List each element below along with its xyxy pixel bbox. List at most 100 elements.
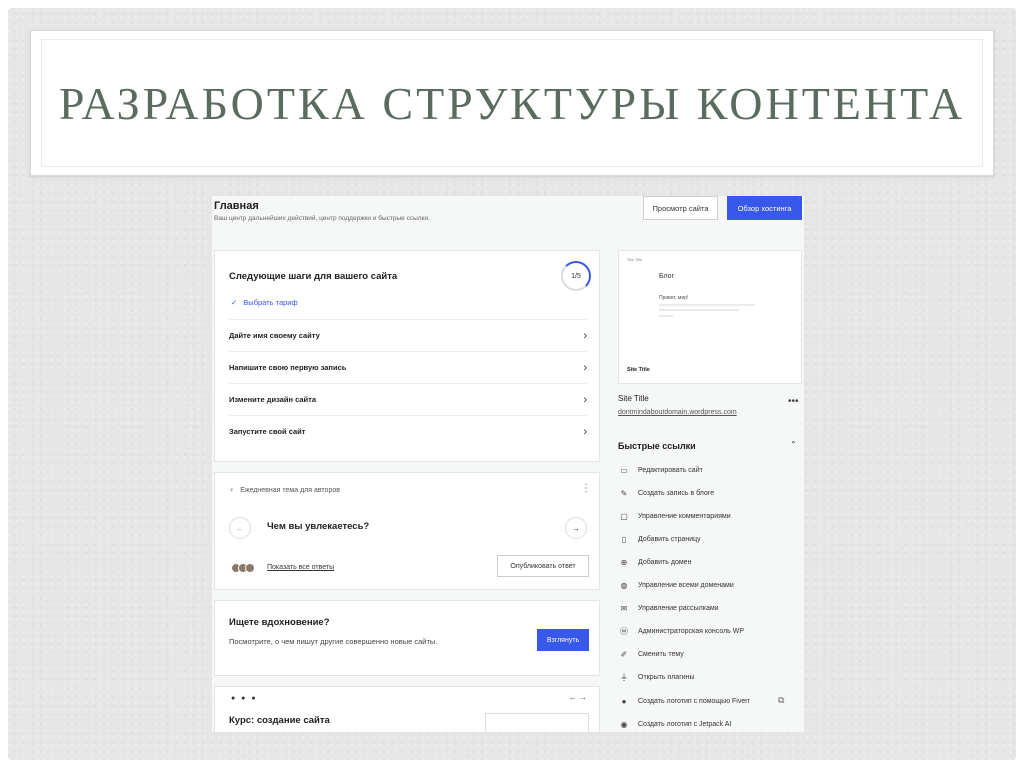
quick-link-item[interactable]: ⓦ Администраторская консоль WP: [618, 624, 744, 638]
inspiration-text: Посмотрите, о чем пишут другие совершенн…: [229, 637, 438, 646]
preview-blog-heading: Блог: [659, 273, 675, 280]
preview-text-line: [659, 304, 755, 306]
quick-link-item[interactable]: ▯ Добавить страницу: [618, 532, 701, 546]
prompt-question: Чем вы увлекаетесь?: [267, 521, 370, 532]
step-label: Напишите свою первую запись: [229, 363, 347, 372]
preview-text-line: [659, 309, 739, 311]
step-done-label: Выбрать тариф: [243, 298, 298, 307]
progress-text: 1/5: [571, 272, 581, 280]
prompt-heading-label: Ежедневная тема для авторов: [240, 487, 340, 494]
plug-icon: ⏚: [620, 672, 628, 682]
step-label: Дайте имя своему сайту: [229, 331, 320, 340]
chevron-right-icon: ›: [583, 393, 587, 406]
quick-link-label: Управление всеми доменами: [638, 581, 734, 589]
globe-icon: ◍: [620, 580, 628, 590]
checkmark-icon: ✓: [231, 298, 238, 307]
avatar: [245, 563, 255, 573]
preview-post-title: Привет, мир!: [659, 295, 689, 301]
inspiration-title: Ищете вдохновение?: [229, 617, 330, 628]
lightbulb-icon: ♀: [229, 487, 235, 494]
course-thumbnail: [485, 713, 589, 732]
quick-link-item[interactable]: ✐ Сменить тему: [618, 647, 684, 661]
page-icon: ▯: [621, 534, 627, 544]
quick-link-item[interactable]: ✎ Создать запись в блоге: [618, 486, 715, 500]
page-subtitle: Ваш центр дальнейших действий, центр под…: [214, 215, 430, 222]
arrow-right-icon[interactable]: →: [579, 693, 587, 702]
chevron-up-icon[interactable]: ⌃: [790, 440, 797, 449]
preview-footer-title: Site Title: [627, 367, 650, 373]
quick-link-label: Добавить страницу: [638, 535, 701, 543]
look-button[interactable]: Взглянуть: [537, 629, 589, 651]
step-row[interactable]: Измените дизайн сайта ›: [229, 383, 587, 415]
quick-link-item[interactable]: ⏚ Открыть плагины: [618, 670, 695, 684]
preview-text-line: [659, 315, 673, 317]
step-label: Запустите свой сайт: [229, 427, 306, 436]
pencil-icon: ✎: [620, 488, 628, 498]
next-steps-title: Следующие шаги для вашего сайта: [229, 271, 398, 282]
hosting-overview-button[interactable]: Обзор хостинга: [727, 196, 802, 220]
next-prompt-button[interactable]: →: [565, 517, 587, 539]
quick-link-label: Сменить тему: [638, 650, 684, 658]
external-link-icon[interactable]: ⧉: [778, 695, 784, 706]
quick-link-item[interactable]: ▢ Управление комментариями: [618, 509, 731, 523]
quick-link-item[interactable]: ◍ Управление всеми доменами: [618, 578, 734, 592]
chevron-right-icon: ›: [583, 329, 587, 342]
inspiration-card: Ищете вдохновение? Посмотрите, о чем пиш…: [214, 600, 600, 676]
laptop-icon: ▭: [620, 465, 628, 475]
page-title: Главная: [214, 200, 259, 212]
arrow-left-icon: ←: [236, 523, 244, 533]
step-row[interactable]: Напишите свою первую запись ›: [229, 351, 587, 383]
step-row[interactable]: Дайте имя своему сайту ›: [229, 319, 587, 351]
progress-ring: 1/5: [561, 261, 591, 291]
avatar-group: [231, 563, 255, 573]
title-box: РАЗРАБОТКА СТРУКТУРЫ КОНТЕНТА: [30, 30, 994, 176]
quick-links-title: Быстрые ссылки: [618, 441, 696, 451]
site-url-link[interactable]: dontmindaboutdomain.wordpress.com: [618, 409, 737, 416]
course-title: Курс: создание сайта: [229, 715, 330, 726]
quick-link-label: Управление рассылками: [638, 604, 719, 612]
dashboard-screenshot: Главная Ваш центр дальнейших действий, ц…: [212, 196, 804, 732]
quick-link-label: Администраторская консоль WP: [638, 627, 745, 635]
arrow-right-icon: →: [572, 523, 580, 533]
comment-icon: ▢: [620, 511, 628, 521]
quick-link-label: Создать запись в блоге: [638, 489, 715, 497]
quick-link-label: Открыть плагины: [638, 673, 695, 681]
quick-link-label: Редактировать сайт: [638, 466, 703, 474]
show-answers-link[interactable]: Показать все ответы: [267, 564, 334, 571]
quick-link-label: Добавить домен: [638, 558, 692, 566]
quick-link-item[interactable]: ✉ Управление рассылками: [618, 601, 719, 615]
jetpack-icon: ◉: [620, 719, 628, 729]
writing-prompt-card: ♀ Ежедневная тема для авторов ⋮ ← Чем вы…: [214, 472, 600, 590]
quick-link-item[interactable]: ▭ Редактировать сайт: [618, 463, 703, 477]
title-frame: РАЗРАБОТКА СТРУКТУРЫ КОНТЕНТА: [41, 39, 983, 167]
more-vertical-icon[interactable]: ⋮: [581, 483, 591, 494]
step-done-item[interactable]: ✓ Выбрать тариф: [231, 298, 298, 307]
more-horizontal-icon[interactable]: •••: [788, 396, 799, 407]
pager-arrows[interactable]: ← →: [569, 693, 587, 702]
publish-answer-button[interactable]: Опубликовать ответ: [497, 555, 589, 577]
quick-link-label: Создать логотип с помощью Fiverr: [638, 697, 750, 705]
brush-icon: ✐: [620, 649, 628, 659]
site-title: Site Title: [618, 394, 649, 403]
course-card: ● ● ● ← → Курс: создание сайта: [214, 686, 600, 732]
site-preview[interactable]: Site Title Блог Привет, мир! Site Title: [618, 250, 802, 384]
quick-link-label: Создать логотип с Jetpack AI: [638, 720, 732, 728]
view-site-button[interactable]: Просмотр сайта: [643, 196, 718, 220]
arrow-left-icon[interactable]: ←: [569, 693, 577, 702]
wordpress-icon: ⓦ: [620, 626, 628, 636]
chevron-right-icon: ›: [583, 425, 587, 438]
slide-title: РАЗРАБОТКА СТРУКТУРЫ КОНТЕНТА: [58, 77, 966, 129]
pager-dots[interactable]: ● ● ●: [231, 695, 258, 702]
step-label: Измените дизайн сайта: [229, 395, 317, 404]
prompt-heading: ♀ Ежедневная тема для авторов: [229, 487, 340, 494]
quick-link-item[interactable]: ● Создать логотип с помощью Fiverr: [618, 694, 750, 708]
step-row[interactable]: Запустите свой сайт ›: [229, 415, 587, 447]
quick-link-label: Управление комментариями: [638, 512, 731, 520]
prev-prompt-button[interactable]: ←: [229, 517, 251, 539]
fiverr-icon: ●: [621, 696, 627, 706]
mail-icon: ✉: [620, 603, 628, 613]
quick-link-item[interactable]: ⊕ Добавить домен: [618, 555, 692, 569]
preview-site-label: Site Title: [627, 257, 643, 262]
next-steps-card: Следующие шаги для вашего сайта 1/5 ✓ Выб…: [214, 250, 600, 462]
quick-link-item[interactable]: ◉ Создать логотип с Jetpack AI: [618, 717, 732, 731]
